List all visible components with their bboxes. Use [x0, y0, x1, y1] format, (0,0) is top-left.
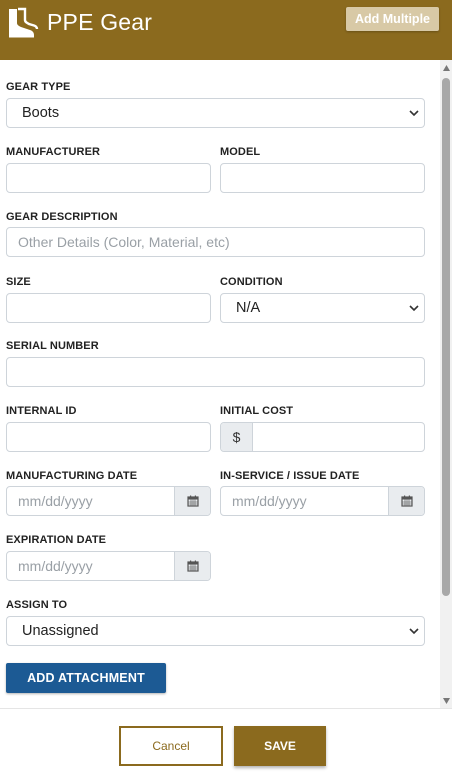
header-bar: PPE Gear Add Multiple: [0, 0, 452, 60]
boots-icon: [9, 7, 39, 38]
gear-type-label: GEAR TYPE: [6, 81, 71, 93]
manufacturing-date-label: MANUFACTURING DATE: [6, 470, 138, 482]
gear-type-value: Boots: [22, 105, 60, 121]
size-input[interactable]: [6, 293, 211, 323]
scroll-down-arrow-icon[interactable]: [443, 698, 450, 704]
in-service-date-picker[interactable]: [388, 487, 424, 515]
calendar-icon: [186, 495, 199, 507]
expiration-date-input[interactable]: mm/dd/yyyy: [6, 551, 211, 581]
condition-value: N/A: [236, 300, 261, 316]
in-service-date-label: IN-SERVICE / ISSUE DATE: [220, 470, 360, 482]
scrollbar-thumb[interactable]: [442, 78, 450, 596]
expiration-date-label: EXPIRATION DATE: [6, 534, 107, 546]
add-attachment-button[interactable]: ADD ATTACHMENT: [6, 663, 166, 693]
size-label: SIZE: [6, 276, 31, 288]
dollar-prefix: $: [221, 423, 253, 451]
add-multiple-button[interactable]: Add Multiple: [346, 7, 439, 31]
in-service-date-input[interactable]: mm/dd/yyyy: [220, 486, 425, 516]
page-title: PPE Gear: [47, 9, 153, 35]
initial-cost-input[interactable]: $: [220, 422, 425, 452]
serial-number-label: SERIAL NUMBER: [6, 340, 99, 352]
gear-type-select[interactable]: Boots: [6, 98, 425, 128]
cancel-button[interactable]: Cancel: [119, 726, 223, 766]
assign-to-label: ASSIGN TO: [6, 599, 68, 611]
manufacturing-date-picker[interactable]: [174, 487, 210, 515]
calendar-icon: [400, 495, 413, 507]
gear-description-placeholder: Other Details (Color, Material, etc): [18, 234, 230, 250]
expiration-date-picker[interactable]: [174, 552, 210, 580]
manufacturer-label: MANUFACTURER: [6, 146, 101, 158]
footer-bar: Cancel SAVE: [0, 708, 452, 772]
condition-select[interactable]: N/A: [220, 293, 425, 323]
expiration-date-placeholder: mm/dd/yyyy: [18, 558, 93, 574]
gear-description-input[interactable]: Other Details (Color, Material, etc): [6, 227, 425, 257]
manufacturing-date-placeholder: mm/dd/yyyy: [18, 493, 93, 509]
assign-to-select[interactable]: Unassigned: [6, 616, 425, 646]
save-button[interactable]: SAVE: [234, 726, 326, 766]
serial-number-input[interactable]: [6, 357, 425, 387]
assign-to-value: Unassigned: [22, 623, 99, 639]
form-scroll-area[interactable]: GEAR TYPE Boots MANUFACTURER MODEL GEAR …: [0, 60, 440, 708]
chevron-down-icon: [409, 305, 419, 312]
manufacturer-input[interactable]: [6, 163, 211, 193]
initial-cost-label: INITIAL COST: [220, 405, 294, 417]
model-input[interactable]: [220, 163, 425, 193]
manufacturing-date-input[interactable]: mm/dd/yyyy: [6, 486, 211, 516]
chevron-down-icon: [409, 110, 419, 117]
condition-label: CONDITION: [220, 276, 283, 288]
calendar-icon: [186, 560, 199, 572]
in-service-date-placeholder: mm/dd/yyyy: [232, 493, 307, 509]
chevron-down-icon: [409, 628, 419, 635]
internal-id-label: INTERNAL ID: [6, 405, 77, 417]
internal-id-input[interactable]: [6, 422, 211, 452]
model-label: MODEL: [220, 146, 261, 158]
scroll-up-arrow-icon[interactable]: [443, 65, 450, 71]
gear-description-label: GEAR DESCRIPTION: [6, 211, 118, 223]
